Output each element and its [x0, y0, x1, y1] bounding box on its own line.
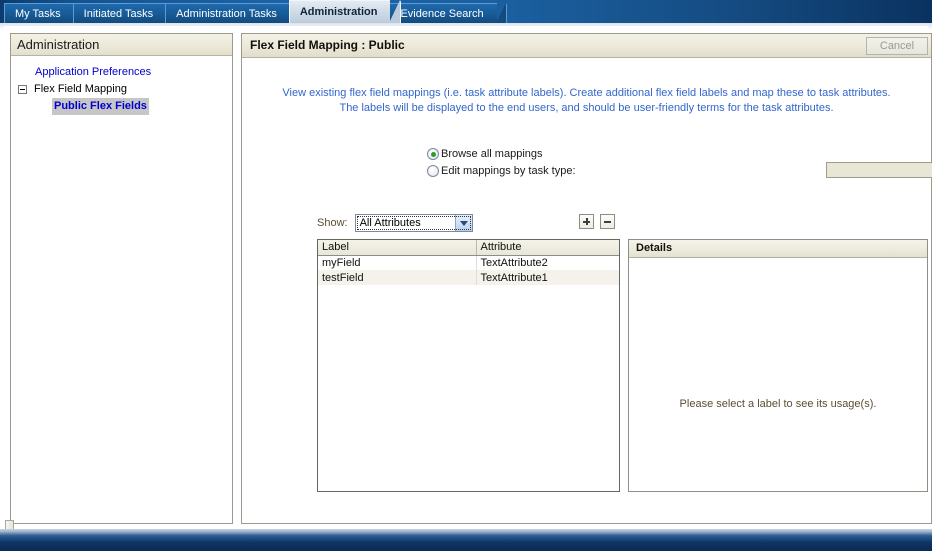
tab-administration-tasks[interactable]: Administration Tasks — [165, 3, 300, 23]
minus-icon — [604, 220, 611, 223]
cell-label: myField — [318, 255, 477, 270]
sidebar-item-flex-field-mapping[interactable]: Flex Field Mapping — [11, 81, 232, 98]
radio-label: Browse all mappings — [441, 148, 543, 160]
row-action-buttons — [579, 214, 615, 229]
radio-row-edit-by-task-type[interactable]: Edit mappings by task type: — [427, 163, 576, 179]
table-row[interactable]: myField TextAttribute2 — [318, 255, 619, 270]
tab-evidence-search[interactable]: Evidence Search — [389, 3, 507, 23]
tab-list: My Tasks Initiated Tasks Administration … — [4, 0, 507, 23]
tab-administration[interactable]: Administration — [288, 0, 402, 23]
show-filter-row: Show: All Attributes — [317, 214, 473, 232]
details-empty-message: Please select a label to see its usage(s… — [679, 398, 877, 410]
column-header-attribute[interactable]: Attribute — [476, 240, 619, 256]
sidebar-item-label: Flex Field Mapping — [34, 83, 127, 95]
bottom-status-bar — [0, 529, 932, 551]
navigation-tree: Application Preferences Flex Field Mappi… — [11, 56, 232, 115]
remove-mapping-button[interactable] — [600, 214, 615, 229]
sidebar-item-label: Public Flex Fields — [52, 98, 149, 115]
top-tab-bar: My Tasks Initiated Tasks Administration … — [0, 0, 932, 23]
plus-icon-v — [585, 218, 588, 225]
instruction-text: View existing flex field mappings (i.e. … — [242, 86, 931, 116]
tab-label: Evidence Search — [400, 8, 484, 20]
table-row[interactable]: testField TextAttribute1 — [318, 270, 619, 285]
table-header-row: Label Attribute — [318, 240, 619, 256]
tab-my-tasks[interactable]: My Tasks — [4, 3, 84, 23]
details-panel: Details Please select a label to see its… — [628, 239, 928, 492]
show-label: Show: — [317, 217, 348, 229]
tab-label: Initiated Tasks — [83, 8, 154, 20]
content-header: Flex Field Mapping : Public Cancel — [242, 34, 931, 58]
show-attributes-select-value: All Attributes — [359, 217, 421, 229]
details-panel-header: Details — [629, 240, 927, 258]
chevron-down-icon[interactable] — [454, 215, 472, 231]
column-header-label[interactable]: Label — [318, 240, 477, 256]
radio-row-browse-all[interactable]: Browse all mappings — [427, 146, 576, 162]
tab-label: Administration Tasks — [176, 8, 277, 20]
sidebar-panel: Administration Application Preferences F… — [10, 33, 233, 524]
radio-edit-mappings-by-task-type[interactable] — [427, 165, 439, 177]
page-body: Administration Application Preferences F… — [0, 23, 932, 547]
tab-label: My Tasks — [15, 8, 61, 20]
tab-label: Administration — [299, 6, 378, 18]
sidebar-item-public-flex-fields[interactable]: Public Flex Fields — [11, 98, 232, 115]
tab-initiated-tasks[interactable]: Initiated Tasks — [72, 3, 176, 23]
radio-browse-all-mappings[interactable] — [427, 148, 439, 160]
task-type-input[interactable] — [826, 162, 932, 178]
table-header: Label Attribute — [318, 240, 619, 256]
mapping-mode-radio-group: Browse all mappings Edit mappings by tas… — [427, 146, 932, 180]
content-panel: Flex Field Mapping : Public Cancel View … — [241, 33, 932, 524]
instruction-line-1: View existing flex field mappings (i.e. … — [282, 87, 891, 99]
cell-label: testField — [318, 270, 477, 285]
cell-attribute: TextAttribute2 — [476, 255, 619, 270]
collapse-expander-icon[interactable] — [18, 85, 27, 94]
cell-attribute: TextAttribute1 — [476, 270, 619, 285]
cancel-button[interactable]: Cancel — [866, 37, 928, 55]
instruction-line-2: The labels will be displayed to the end … — [339, 102, 834, 114]
sidebar-item-label: Application Preferences — [35, 66, 152, 78]
table-body: myField TextAttribute2 testField TextAtt… — [318, 255, 619, 285]
page-title: Flex Field Mapping : Public — [250, 38, 405, 52]
sidebar-item-application-preferences[interactable]: Application Preferences — [11, 64, 232, 81]
panel-splitter[interactable] — [233, 33, 241, 524]
sidebar-header: Administration — [11, 34, 232, 56]
add-mapping-button[interactable] — [579, 214, 594, 229]
radio-label: Edit mappings by task type: — [441, 165, 576, 177]
mappings-table: Label Attribute myField TextAttribute2 t… — [318, 240, 619, 285]
mappings-table-container[interactable]: Label Attribute myField TextAttribute2 t… — [317, 239, 620, 492]
show-attributes-select[interactable]: All Attributes — [354, 214, 473, 232]
page-frame: Administration Application Preferences F… — [4, 26, 932, 547]
